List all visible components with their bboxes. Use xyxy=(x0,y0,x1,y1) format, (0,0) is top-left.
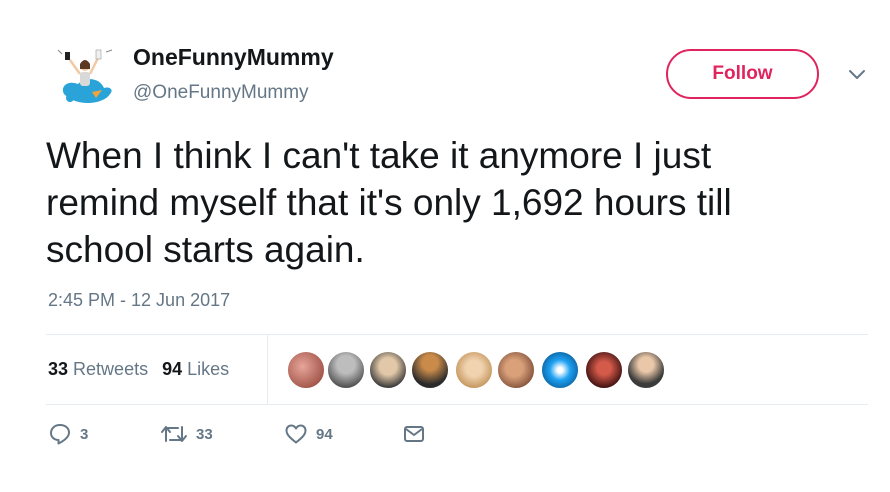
liker-avatar[interactable] xyxy=(368,350,408,390)
tweet-card: OneFunnyMummy @OneFunnyMummy Follow When… xyxy=(0,0,890,492)
likes-stat[interactable]: 94 Likes xyxy=(162,359,229,379)
tweet-stats: 33 Retweets 94 Likes xyxy=(48,359,229,380)
avatar[interactable] xyxy=(50,42,120,112)
like-button[interactable]: 94 xyxy=(284,422,333,446)
display-name[interactable]: OneFunnyMummy xyxy=(133,44,334,71)
tweet-timestamp[interactable]: 2:45 PM - 12 Jun 2017 xyxy=(48,290,230,311)
follow-button[interactable]: Follow xyxy=(666,49,819,99)
likes-label: Likes xyxy=(187,359,230,379)
reply-icon xyxy=(48,422,72,446)
retweets-count: 33 xyxy=(48,359,69,379)
divider xyxy=(46,404,868,405)
reply-button[interactable]: 3 xyxy=(48,422,88,446)
liker-avatar[interactable] xyxy=(540,350,580,390)
liker-avatar[interactable] xyxy=(410,350,450,390)
like-count: 94 xyxy=(316,425,333,443)
retweet-icon xyxy=(160,422,188,446)
retweet-count: 33 xyxy=(196,425,213,443)
liker-avatar[interactable] xyxy=(326,350,366,390)
retweets-stat[interactable]: 33 Retweets xyxy=(48,359,148,379)
liker-avatar[interactable] xyxy=(584,350,624,390)
tweet-text: When I think I can't take it anymore I j… xyxy=(46,135,732,270)
liker-avatar[interactable] xyxy=(496,350,536,390)
vertical-divider xyxy=(267,335,268,404)
liker-avatar[interactable] xyxy=(626,350,666,390)
reply-count: 3 xyxy=(80,425,89,443)
divider xyxy=(46,334,868,335)
heart-icon xyxy=(284,422,308,446)
retweets-label: Retweets xyxy=(73,359,149,379)
liker-avatar[interactable] xyxy=(454,350,494,390)
retweet-button[interactable]: 33 xyxy=(160,422,213,446)
liker-avatar[interactable] xyxy=(286,350,326,390)
direct-message-button[interactable] xyxy=(402,422,426,446)
mail-icon xyxy=(402,422,426,446)
likes-count: 94 xyxy=(162,359,183,379)
user-handle[interactable]: @OneFunnyMummy xyxy=(133,82,309,104)
chevron-down-icon[interactable] xyxy=(846,66,868,84)
